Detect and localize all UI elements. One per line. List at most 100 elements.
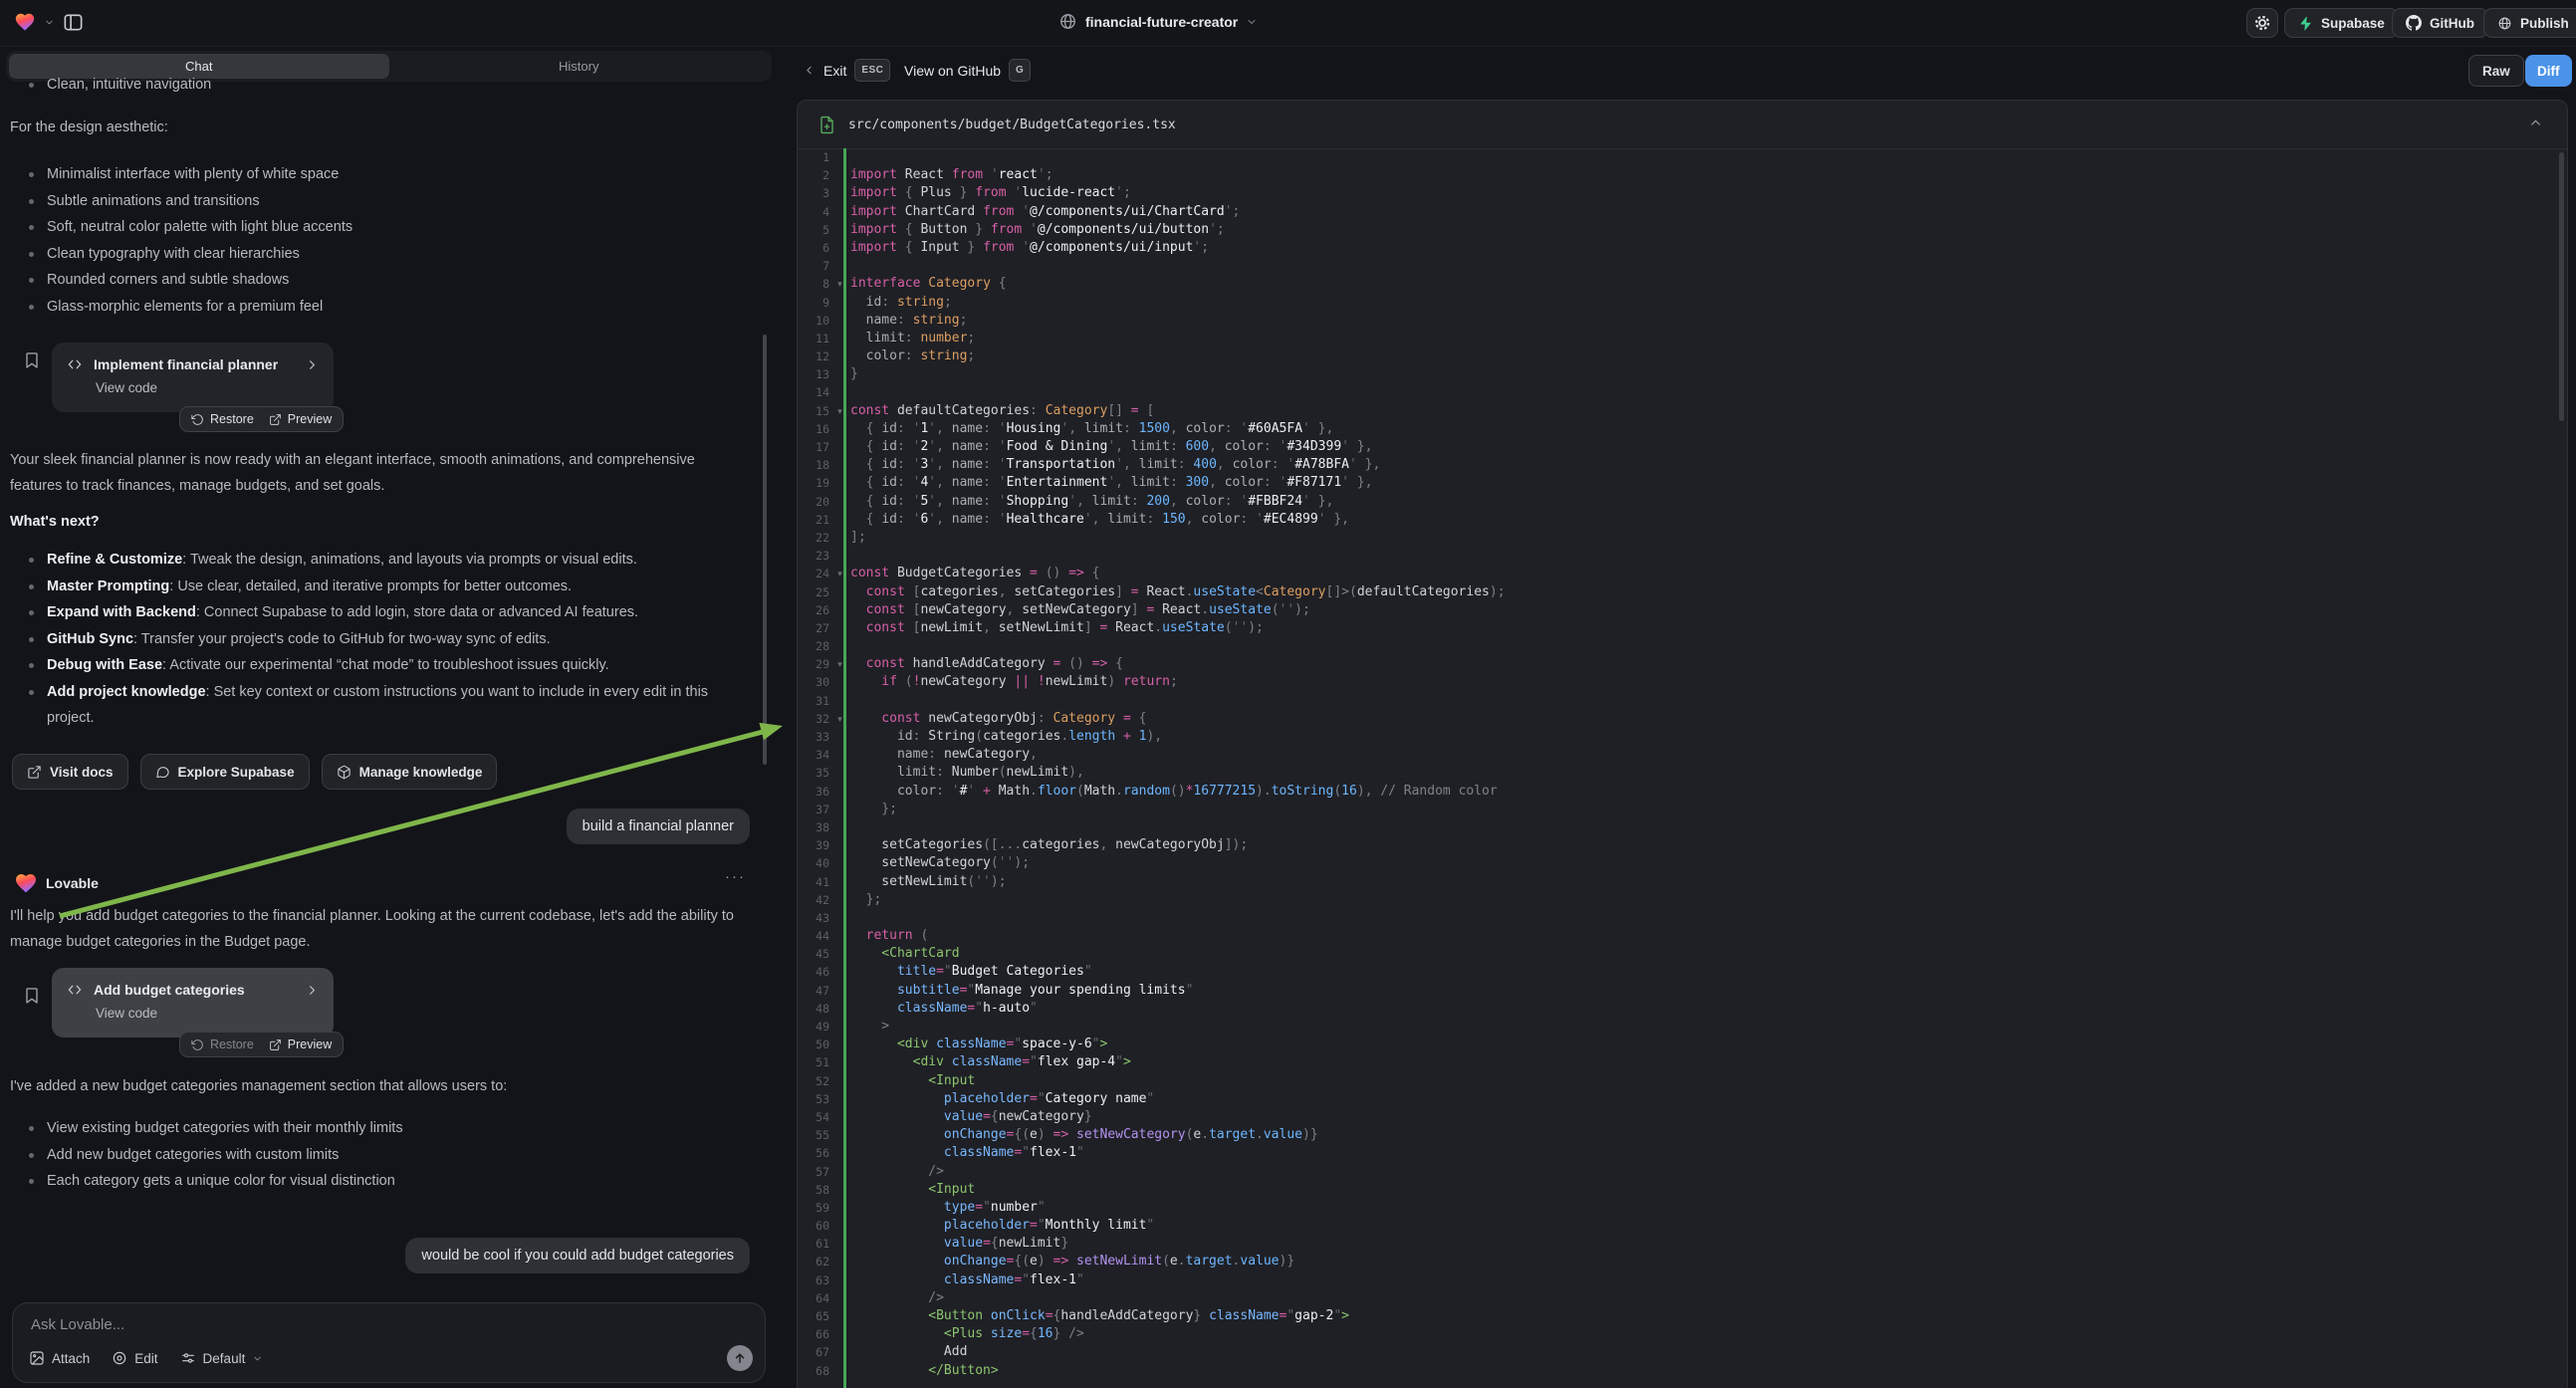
code-line: 57 />: [798, 1163, 2567, 1181]
message-more-menu[interactable]: ···: [725, 868, 746, 885]
sliders-icon: [180, 1350, 196, 1366]
chat-input[interactable]: [29, 1315, 630, 1334]
sidebar-toggle-button[interactable]: [62, 11, 85, 34]
added-list: View existing budget categories with the…: [10, 1115, 747, 1195]
code-line: 8▾interface Category {: [798, 275, 2567, 293]
lovable-heart-icon: [14, 11, 36, 33]
restore-button[interactable]: Restore: [191, 1038, 254, 1051]
collapse-file-icon[interactable]: [2528, 116, 2543, 130]
code-line: 33 id: String(categories.length + 1),: [798, 728, 2567, 746]
whats-next-list: Refine & Customize: Tweak the design, an…: [10, 547, 745, 732]
code-line: 64 />: [798, 1289, 2567, 1307]
esc-key-badge: ESC: [854, 59, 890, 82]
send-button[interactable]: [727, 1345, 753, 1371]
file-header[interactable]: src/components/budget/BudgetCategories.t…: [798, 101, 2567, 149]
code-line: 39 setCategories([...categories, newCate…: [798, 836, 2567, 854]
bookmark-icon[interactable]: [22, 986, 42, 1006]
version-card-implement-planner[interactable]: Implement financial planner View code: [52, 343, 334, 412]
raw-toggle-button[interactable]: Raw: [2468, 55, 2524, 87]
project-switcher[interactable]: financial-future-creator: [1058, 12, 1258, 31]
code-line: 45 <ChartCard: [798, 945, 2567, 963]
list-item: Clean, intuitive navigation: [10, 72, 747, 99]
list-item: GitHub Sync: Transfer your project's cod…: [10, 626, 745, 653]
code-line: 54 value={newCategory}: [798, 1108, 2567, 1126]
diff-added-gutter: [843, 148, 846, 1388]
diff-file-card: src/components/budget/BudgetCategories.t…: [797, 100, 2568, 1388]
chevron-down-icon: [1246, 16, 1258, 28]
code-line: 5import { Button } from '@/components/ui…: [798, 221, 2567, 239]
view-code-link[interactable]: View code: [96, 1006, 334, 1021]
mode-select[interactable]: Default: [180, 1350, 264, 1366]
list-item: Add project knowledge: Set key context o…: [10, 679, 745, 732]
list-item: Expand with Backend: Connect Supabase to…: [10, 599, 745, 626]
diff-toggle-button[interactable]: Diff: [2525, 55, 2572, 87]
list-item: Rounded corners and subtle shadows: [10, 267, 747, 294]
code-line: 10 name: string;: [798, 312, 2567, 330]
aesthetic-list: Minimalist interface with plenty of whit…: [10, 161, 747, 320]
arrow-up-icon: [733, 1351, 747, 1365]
attach-button[interactable]: Attach: [29, 1350, 90, 1366]
list-item: Subtle animations and transitions: [10, 188, 747, 215]
project-name: financial-future-creator: [1085, 14, 1238, 30]
code-line: 22];: [798, 529, 2567, 547]
user-message: build a financial planner: [567, 809, 750, 844]
code-line: 37 };: [798, 801, 2567, 818]
panel-left-icon: [62, 11, 85, 34]
code-line: 42 };: [798, 891, 2567, 909]
code-line: 61 value={newLimit}: [798, 1235, 2567, 1253]
code-line: 24▾const BudgetCategories = () => {: [798, 565, 2567, 582]
list-item: Master Prompting: Use clear, detailed, a…: [10, 574, 745, 600]
chevron-right-icon[interactable]: [305, 983, 320, 998]
preview-button[interactable]: Preview: [269, 1038, 332, 1051]
list-item: Glass-morphic elements for a premium fee…: [10, 294, 747, 321]
edit-button[interactable]: Edit: [112, 1350, 157, 1366]
list-item: Add new budget categories with custom li…: [10, 1142, 747, 1169]
code-line: 56 className="flex-1": [798, 1144, 2567, 1162]
code-line: 41 setNewLimit('');: [798, 873, 2567, 891]
target-icon: [112, 1350, 127, 1366]
code-editor[interactable]: 12import React from 'react';3import { Pl…: [798, 148, 2567, 1388]
chat-action-buttons: Visit docs Explore Supabase Manage knowl…: [12, 754, 497, 790]
github-button[interactable]: GitHub: [2392, 8, 2488, 38]
version-card-add-budget-categories[interactable]: Add budget categories View code: [52, 968, 334, 1038]
restore-button[interactable]: Restore: [191, 412, 254, 426]
view-on-github-button[interactable]: View on GitHub G: [904, 59, 1031, 82]
settings-button[interactable]: [2246, 8, 2278, 38]
code-icon: [66, 355, 84, 373]
list-item: Minimalist interface with plenty of whit…: [10, 161, 747, 188]
globe-icon: [2497, 16, 2512, 31]
chat-scrollbar[interactable]: [763, 335, 767, 765]
bullet-list: Clean, intuitive navigation: [10, 72, 747, 99]
code-line: 51 <div className="flex gap-4">: [798, 1053, 2567, 1071]
bookmark-icon[interactable]: [22, 350, 42, 370]
exit-button[interactable]: Exit ESC: [803, 59, 890, 82]
publish-button[interactable]: Publish: [2483, 8, 2576, 38]
code-line: 7: [798, 257, 2567, 275]
lovable-logo-menu[interactable]: [14, 11, 55, 33]
list-item: Debug with Ease: Activate our experiment…: [10, 652, 745, 679]
supabase-button[interactable]: Supabase: [2284, 8, 2399, 38]
visit-docs-button[interactable]: Visit docs: [12, 754, 128, 790]
code-line: 13}: [798, 365, 2567, 383]
manage-knowledge-button[interactable]: Manage knowledge: [322, 754, 498, 790]
code-line: 31: [798, 692, 2567, 710]
code-line: 47 subtitle="Manage your spending limits…: [798, 982, 2567, 1000]
chevron-right-icon[interactable]: [305, 357, 320, 372]
code-line: 34 name: newCategory,: [798, 746, 2567, 764]
code-line: 43: [798, 909, 2567, 927]
code-line: 62 onChange={(e) => setNewLimit(e.target…: [798, 1253, 2567, 1271]
view-code-link[interactable]: View code: [96, 380, 334, 395]
preview-button[interactable]: Preview: [269, 412, 332, 426]
code-line: 1: [798, 148, 2567, 166]
g-key-badge: G: [1009, 59, 1031, 82]
list-item: Soft, neutral color palette with light b…: [10, 214, 747, 241]
code-line: 21 { id: '6', name: 'Healthcare', limit:…: [798, 511, 2567, 529]
file-added-icon: [818, 115, 836, 135]
external-link-icon: [27, 765, 42, 780]
code-line: 23: [798, 547, 2567, 565]
added-paragraph: I've added a new budget categories manag…: [10, 1073, 755, 1099]
code-line: 53 placeholder="Category name": [798, 1090, 2567, 1108]
code-line: 58 <Input: [798, 1181, 2567, 1199]
explore-supabase-button[interactable]: Explore Supabase: [140, 754, 310, 790]
code-scrollbar[interactable]: [2559, 152, 2564, 421]
